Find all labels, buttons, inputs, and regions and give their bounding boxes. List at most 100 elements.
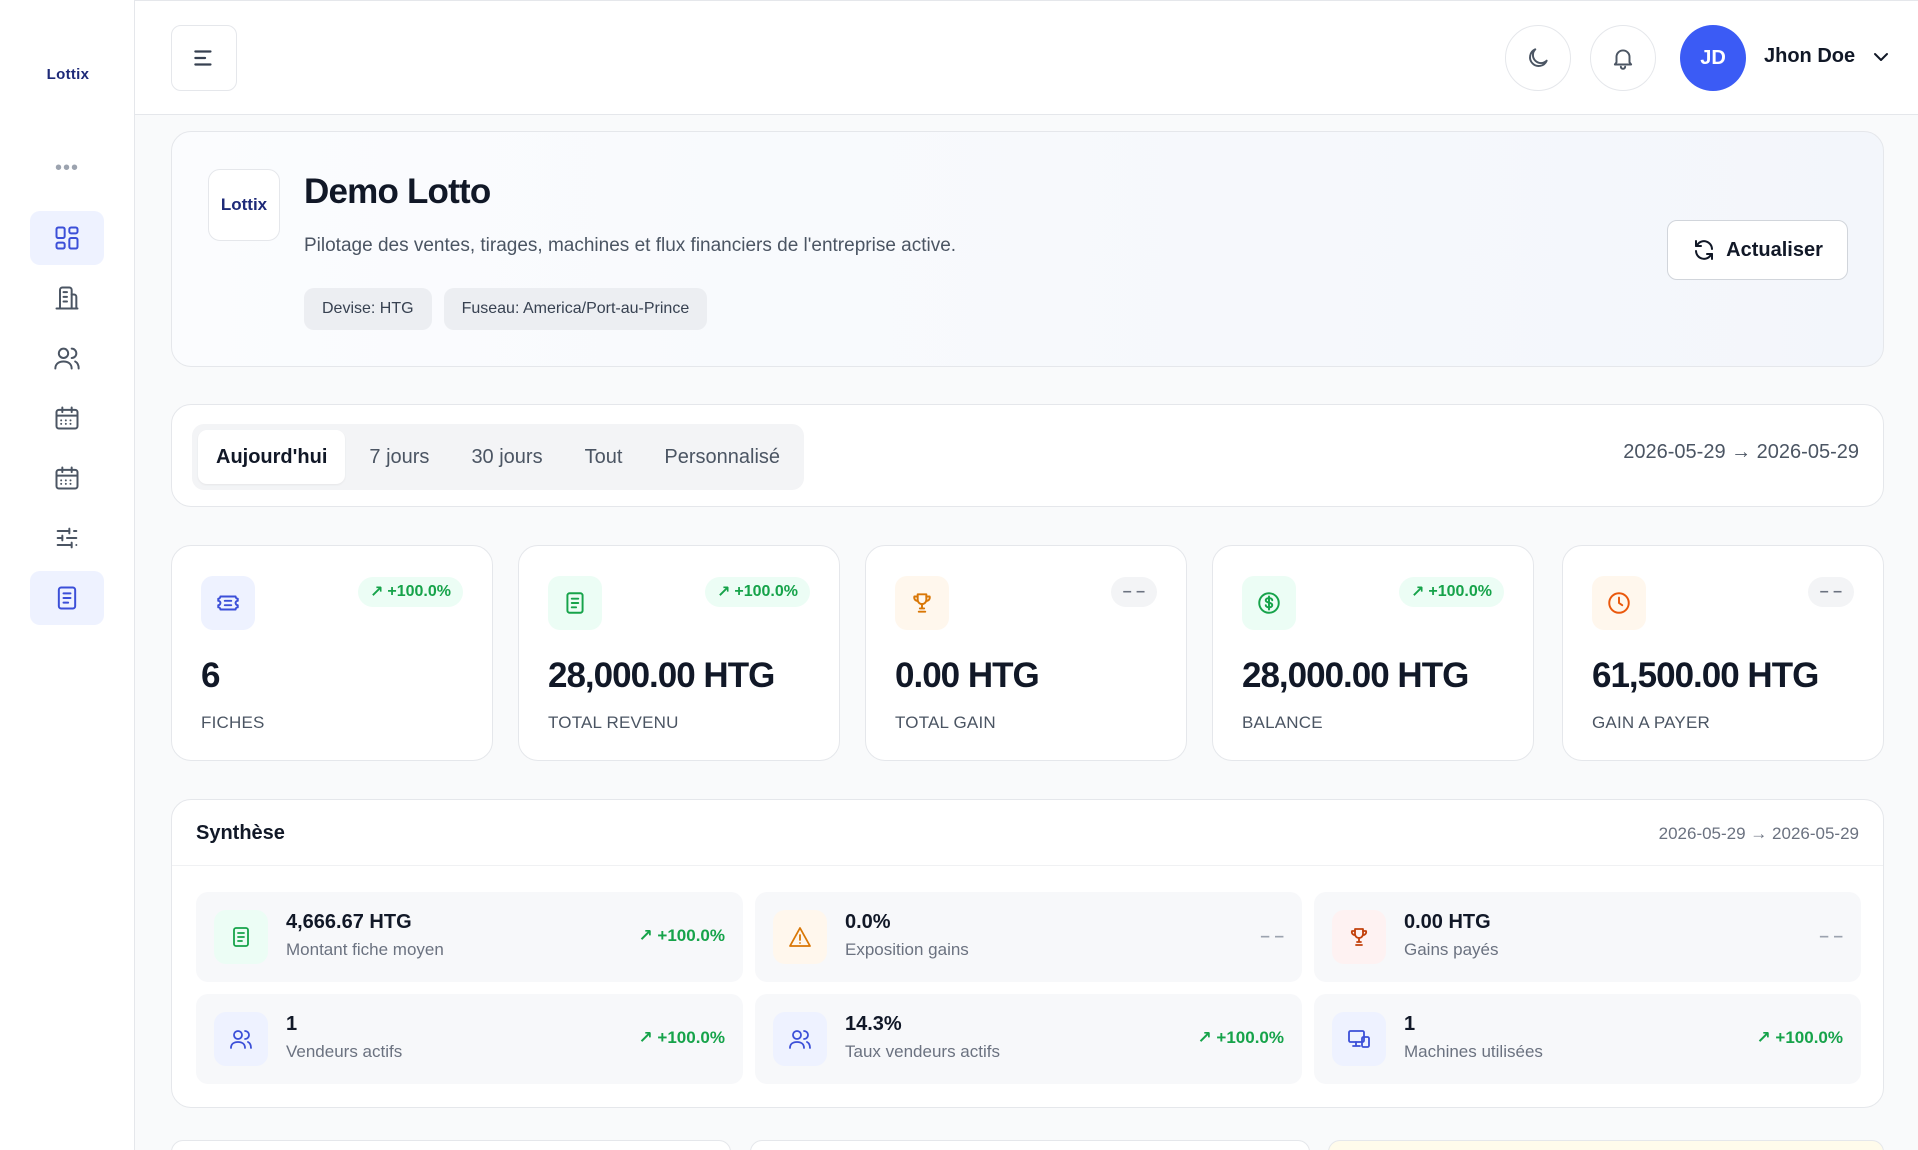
trend-up-icon: ↗ — [716, 584, 731, 601]
kpi-value: 61,500.00 HTG — [1592, 656, 1819, 695]
kpi-icon-wrap — [548, 576, 602, 630]
sidebar-item-calendar[interactable] — [30, 451, 104, 505]
metric-icon-wrap — [1332, 1012, 1386, 1066]
company-logo: Lottix — [208, 169, 280, 241]
trend-value: +100.0% — [1775, 1028, 1843, 1047]
currency-chip: Devise: HTG — [304, 288, 432, 330]
metric-exposition-gains: 0.0% Exposition gains – – — [755, 892, 1302, 982]
chevron-down-icon — [1874, 53, 1888, 61]
sidebar-item-company[interactable] — [30, 271, 104, 325]
building-icon — [55, 286, 79, 310]
trend-badge: – – — [1110, 577, 1157, 607]
sidebar-item-draws[interactable] — [30, 391, 104, 445]
menu-toggle-button[interactable] — [171, 25, 237, 91]
metric-value: 1 — [286, 1013, 298, 1035]
trend-value: +100.0% — [734, 583, 798, 600]
kpi-label: GAIN A PAYER — [1592, 713, 1710, 732]
more-icon[interactable]: ••• — [52, 156, 82, 180]
trophy-icon — [1350, 928, 1368, 946]
timezone-chip: Fuseau: America/Port-au-Prince — [443, 288, 708, 330]
tab-7-days[interactable]: 7 jours — [351, 430, 447, 484]
metric-taux-vendeurs-actifs: 14.3% Taux vendeurs actifs ↗ +100.0% — [755, 994, 1302, 1084]
trend-value: +100.0% — [657, 1028, 725, 1047]
metric-label: Vendeurs actifs — [286, 1042, 403, 1061]
user-menu-chevron[interactable] — [1869, 45, 1893, 69]
metric-icon-wrap — [214, 1012, 268, 1066]
receipt-icon — [233, 927, 249, 947]
metric-value: 1 — [1404, 1013, 1416, 1035]
trend-badge: ↗ +100.0% — [704, 577, 810, 607]
trend-value: +100.0% — [387, 583, 451, 600]
dark-mode-button[interactable] — [1505, 25, 1571, 91]
company-hero-card: Lottix Demo Lotto Pilotage des ventes, t… — [171, 131, 1884, 367]
kpi-label: TOTAL GAIN — [895, 713, 996, 732]
metric-montant-fiche-moyen: 4,666.67 HTG Montant fiche moyen ↗ +100.… — [196, 892, 743, 982]
metric-value: 14.3% — [845, 1013, 902, 1035]
kpi-icon-wrap — [895, 576, 949, 630]
refresh-label: Actualiser — [1726, 238, 1823, 261]
synthese-card: Synthèse 2026-05-29 → 2026-05-29 4,666.6… — [171, 799, 1884, 1108]
tab-30-days[interactable]: 30 jours — [453, 430, 560, 484]
tab-today[interactable]: Aujourd'hui — [198, 430, 346, 484]
kpi-label: FICHES — [201, 713, 265, 732]
metric-value: 0.00 HTG — [1404, 911, 1491, 933]
sidebar-item-users[interactable] — [30, 331, 104, 385]
trend-badge: ↗ +100.0% — [357, 577, 463, 607]
kpi-value: 0.00 HTG — [895, 656, 1040, 695]
metric-label: Taux vendeurs actifs — [845, 1042, 1000, 1061]
sidebar-item-dashboard[interactable] — [30, 211, 104, 265]
next-card-peek — [750, 1140, 1310, 1150]
ticket-icon — [217, 595, 239, 611]
trend-badge: ↗ +100.0% — [638, 1028, 725, 1047]
kpi-value: 6 — [201, 656, 220, 695]
user-name[interactable]: Jhon Doe — [1764, 45, 1855, 68]
kpi-card-fiches: ↗ +100.0% 6 FICHES — [171, 545, 493, 761]
tab-all[interactable]: Tout — [567, 430, 641, 484]
page-subtitle: Pilotage des ventes, tirages, machines e… — [304, 235, 957, 256]
metric-value: 0.0% — [845, 911, 891, 933]
warning-icon — [789, 927, 811, 947]
clock-icon — [1608, 592, 1630, 614]
trend-badge: ↗ +100.0% — [1398, 577, 1504, 607]
trend-badge: ↗ +100.0% — [638, 926, 725, 945]
trend-value: +100.0% — [1216, 1028, 1284, 1047]
metric-label: Montant fiche moyen — [286, 940, 444, 959]
report-icon — [57, 586, 77, 610]
tab-custom[interactable]: Personnalisé — [646, 430, 798, 484]
kpi-card-gain-a-payer: – – 61,500.00 HTG GAIN A PAYER — [1562, 545, 1884, 761]
trend-badge: – – — [1260, 926, 1284, 945]
period-tabs: Aujourd'hui 7 jours 30 jours Tout Person… — [192, 424, 805, 490]
notifications-button[interactable] — [1590, 25, 1656, 91]
company-logo-text: Lottix — [220, 195, 268, 214]
kpi-icon-wrap — [1242, 576, 1296, 630]
period-date-range: 2026-05-29 → 2026-05-29 — [1623, 441, 1859, 463]
bell-icon — [1613, 49, 1633, 70]
refresh-icon — [1695, 240, 1714, 260]
trend-badge: – – — [1807, 577, 1854, 607]
trend-badge: ↗ +100.0% — [1756, 1028, 1843, 1047]
synthese-title: Synthèse — [196, 822, 285, 844]
next-card-peek — [1328, 1140, 1884, 1150]
company-chips: Devise: HTG Fuseau: America/Port-au-Prin… — [304, 288, 708, 330]
refresh-button[interactable]: Actualiser — [1667, 220, 1848, 280]
calendar-icon — [55, 406, 79, 430]
receipt-icon — [566, 592, 584, 614]
sidebar-item-settings[interactable] — [30, 511, 104, 565]
sidebar: Lottix ••• — [0, 0, 135, 1150]
metric-label: Gains payés — [1404, 940, 1499, 959]
sidebar-item-reports[interactable] — [30, 571, 104, 625]
user-avatar[interactable]: JD — [1680, 25, 1746, 91]
metric-vendeurs-actifs: 1 Vendeurs actifs ↗ +100.0% — [196, 994, 743, 1084]
kpi-card-total-gain: – – 0.00 HTG TOTAL GAIN — [865, 545, 1187, 761]
trend-up-icon: ↗ — [369, 584, 384, 601]
users-icon — [230, 1030, 252, 1049]
synthese-header: Synthèse 2026-05-29 → 2026-05-29 — [172, 800, 1883, 866]
synthese-date-range: 2026-05-29 → 2026-05-29 — [1658, 824, 1859, 843]
sidebar-logo[interactable]: Lottix — [36, 60, 100, 88]
kpi-value: 28,000.00 HTG — [1242, 656, 1469, 695]
calendar-grid-icon — [55, 466, 79, 490]
page-title: Demo Lotto — [304, 172, 491, 211]
sliders-icon — [56, 527, 78, 549]
users-icon — [54, 347, 80, 370]
users-icon — [789, 1030, 811, 1049]
